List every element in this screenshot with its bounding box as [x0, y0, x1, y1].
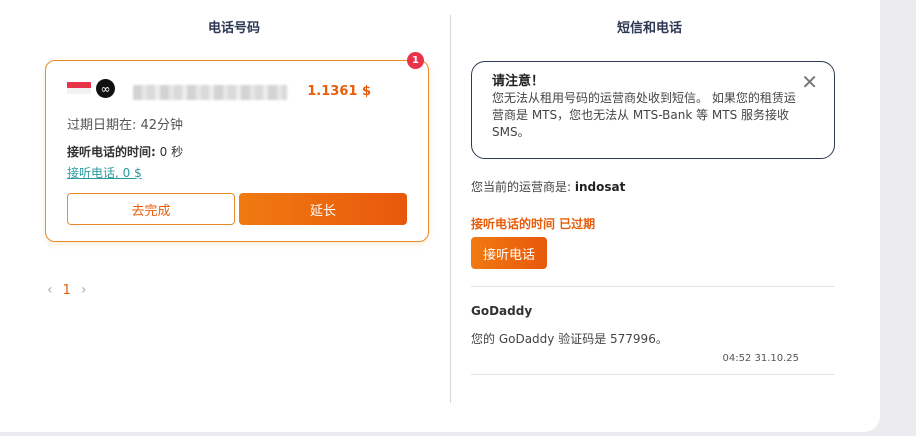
finish-button[interactable]: 去完成: [67, 193, 235, 225]
page-number[interactable]: 1: [63, 283, 71, 298]
message-text: 您的 GoDaddy 验证码是 577996。: [471, 332, 668, 346]
operator-label: 您当前的运营商是:: [471, 180, 575, 194]
receive-call-link[interactable]: 接听电话, 0 $: [67, 164, 142, 181]
number-price: 1.1361 $: [307, 84, 371, 99]
next-page-icon[interactable]: ›: [81, 282, 87, 298]
notice-title: 请注意！: [492, 74, 545, 89]
notice-body: 您无法从租用号码的运营商处收到短信。 如果您的租赁运营商是 MTS，您也无法从 …: [492, 91, 796, 139]
pagination: ‹ 1 ›: [47, 282, 87, 298]
phone-numbers-title: 电话号码: [208, 21, 261, 36]
call-time-label: 接听电话的时间:: [67, 145, 156, 159]
message-bottom-divider: [471, 374, 835, 375]
close-icon[interactable]: ✕: [801, 72, 818, 92]
operator-value: indosat: [574, 180, 626, 194]
current-operator: 您当前的运营商是: indosat: [471, 178, 625, 195]
extend-button[interactable]: 延长: [239, 193, 407, 225]
notice-box: 请注意！ 您无法从租用号码的运营商处收到短信。 如果您的租赁运营商是 MTS，您…: [471, 61, 835, 159]
operator-infinity-icon: ∞: [96, 79, 115, 98]
expire-text: 过期日期在: 42分钟: [67, 118, 184, 133]
count-badge: 1: [407, 52, 424, 69]
call-time: 接听电话的时间: 0 秒: [67, 143, 183, 160]
message-time: 04:52 31.10.25: [722, 353, 799, 364]
receive-call-button[interactable]: 接听电话: [471, 237, 547, 269]
call-expired-text: 接听电话的时间 已过期: [471, 217, 596, 231]
sms-calls-title: 短信和电话: [617, 21, 683, 36]
column-divider: [450, 15, 451, 403]
country-flag-icon: [67, 82, 91, 94]
prev-page-icon[interactable]: ‹: [47, 282, 53, 298]
call-time-value: 0 秒: [155, 145, 184, 159]
main-panel: 电话号码 短信和电话 1 ∞ 1.1361 $ 过期日期在: 42分钟 接听电话…: [0, 0, 880, 432]
message-top-divider: [471, 286, 835, 287]
masked-phone-number: [133, 85, 287, 100]
message-sender: GoDaddy: [471, 304, 533, 318]
